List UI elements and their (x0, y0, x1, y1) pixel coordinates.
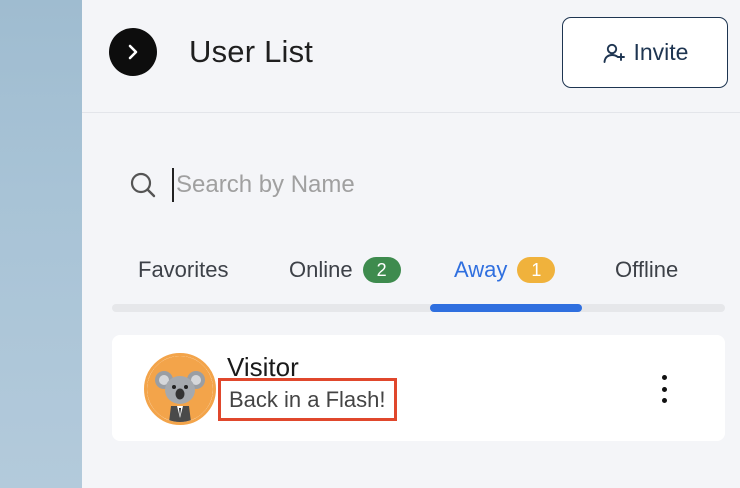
chevron-right-icon (128, 44, 138, 60)
tab-away[interactable]: Away 1 (454, 250, 556, 290)
tab-label: Away (454, 257, 508, 282)
tab-offline[interactable]: Offline (615, 250, 678, 290)
status-tabs: Favorites Online 2 Away 1 Offline (112, 250, 725, 312)
tab-label: Offline (615, 257, 679, 282)
active-tab-indicator (430, 304, 582, 312)
away-count-badge: 1 (517, 257, 556, 283)
user-plus-icon (603, 43, 625, 63)
koala-avatar (144, 353, 216, 425)
page-title: User List (189, 34, 314, 69)
tab-online[interactable]: Online 2 (289, 250, 401, 290)
invite-button[interactable]: Invite (562, 17, 728, 88)
more-vertical-icon (661, 375, 667, 380)
tab-label: Favorites (138, 257, 229, 282)
search-icon (130, 172, 156, 198)
tab-track (112, 304, 725, 312)
invite-label: Invite (633, 39, 689, 65)
panel-header: User List Invite (82, 0, 740, 113)
search-input[interactable] (172, 168, 532, 202)
status-highlight: Back in a Flash! (218, 378, 397, 421)
user-list-panel: User List Invite Favorites Online 2 Away… (82, 0, 740, 488)
user-status-message: Back in a Flash! (229, 386, 386, 412)
expand-button[interactable] (109, 28, 157, 76)
tab-label: Online (289, 257, 353, 282)
more-options-button[interactable] (652, 375, 676, 403)
online-count-badge: 2 (362, 257, 401, 283)
background-strip (0, 0, 82, 488)
user-list-item[interactable]: Visitor Back in a Flash! (112, 335, 725, 441)
tab-favorites[interactable]: Favorites (138, 250, 228, 290)
search-bar (128, 160, 548, 210)
